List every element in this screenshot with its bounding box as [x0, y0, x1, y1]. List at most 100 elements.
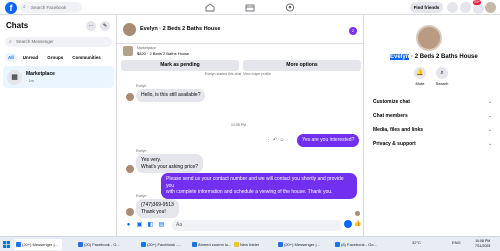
chrome-icon [141, 242, 146, 247]
contact-name: Evelyn · 2 Beds 2 Baths House [390, 54, 478, 60]
filter-all[interactable]: All [5, 53, 17, 62]
mute-label: Mute [415, 81, 425, 86]
conversation-details-panel: Evelyn · 2 Beds 2 Baths House 🔔 Mute ⌕ S… [364, 15, 500, 236]
emoji-icon[interactable] [344, 220, 352, 228]
facebook-search-input[interactable]: ⌕ Search Facebook [20, 2, 82, 13]
messenger-icon[interactable] [460, 2, 471, 13]
language-indicator[interactable]: ENG [452, 240, 461, 245]
contact-name-highlight: Evelyn [390, 54, 410, 60]
taskbar-item[interactable]: New folder [232, 239, 270, 250]
message-input[interactable]: Aa [172, 220, 342, 231]
windows-start-icon[interactable] [3, 241, 10, 248]
home-icon[interactable] [205, 3, 215, 12]
taskbar-item[interactable]: (20) Facebook - G... [76, 239, 124, 250]
chevron-down-icon: ⌄ [488, 113, 493, 119]
taskbar-item[interactable]: (8) Facebook - Go... [333, 239, 383, 250]
chats-sidebar: Chats ⋯ ✎ ⌕ Search Messenger All Unread … [0, 15, 117, 236]
more-options-icon[interactable]: ⋯ [86, 21, 96, 31]
marketplace-label: Marketplace [137, 46, 157, 50]
filter-unread[interactable]: Unread [20, 53, 42, 62]
bell-icon: 🔔 [414, 67, 426, 79]
contact-avatar[interactable] [123, 23, 136, 36]
chat-list-item-marketplace[interactable]: ▦ Marketplace · 1m [3, 66, 114, 88]
menu-media-files-links[interactable]: Media, files and links [373, 127, 423, 133]
sender-avatar[interactable] [126, 165, 134, 173]
search-icon: ⌕ [9, 39, 12, 45]
profile-avatar[interactable] [485, 2, 496, 13]
chrome-icon [278, 242, 283, 247]
like-icon[interactable]: 👍 [354, 221, 361, 228]
taskbar-item[interactable]: (20+) Messenger |... [14, 239, 62, 250]
message-incoming: Yes very. What's your asking price? [136, 154, 204, 173]
mute-button[interactable]: 🔔 Mute [410, 67, 430, 86]
message-line: with complete information and schedule a… [166, 189, 333, 195]
chat-subtitle: · 1m [26, 78, 34, 83]
more-icon[interactable]: ⋮ [266, 137, 273, 143]
menu-chat-members[interactable]: Chat members [373, 113, 408, 119]
messenger-search-input[interactable]: ⌕ Search Messenger [5, 37, 112, 47]
sender-avatar[interactable] [126, 208, 134, 216]
taskbar-item[interactable]: (20+) Facebook -... [139, 239, 187, 250]
chrome-icon [192, 242, 197, 247]
search-icon: ⌕ [436, 67, 448, 79]
conversation-title[interactable]: Evelyn · 2 Beds 2 Baths House [140, 26, 220, 32]
chrome-icon [335, 242, 340, 247]
top-bar: f ⌕ Search Facebook Find friends 20+ [0, 0, 500, 15]
facebook-search-placeholder: Search Facebook [31, 5, 67, 10]
gallery-icon[interactable]: ▣ [136, 222, 143, 229]
find-friends-button[interactable]: Find friends [410, 2, 443, 13]
message-incoming: Hello, is this still available? [136, 89, 206, 102]
chrome-icon [16, 242, 21, 247]
new-message-icon[interactable]: ✎ [100, 21, 110, 31]
filter-communities[interactable]: Communities [69, 53, 104, 62]
conversation-pane: Evelyn · 2 Beds 2 Baths House 2 Marketpl… [117, 15, 364, 236]
listing-summary[interactable]: $820 · 2 Beds 2 Baths House [137, 51, 189, 56]
composer: ● ▣ ◧ ▤ Aa 👍 [117, 216, 364, 236]
contact-profile-avatar[interactable] [416, 25, 442, 51]
weather-temperature[interactable]: 32°C [412, 240, 421, 245]
messenger-search-placeholder: Search Messenger [16, 39, 54, 44]
chevron-down-icon: ⌄ [488, 99, 493, 105]
listing-thumbnail[interactable] [123, 46, 133, 56]
microphone-icon[interactable]: ● [125, 222, 132, 229]
taskbar-clock[interactable]: 10:08 PM 7/11/2025 [475, 239, 490, 249]
menu-privacy-support[interactable]: Privacy & support [373, 141, 416, 147]
sender-name: Evelyn [136, 194, 147, 198]
search-icon: ⌕ [23, 4, 26, 10]
message-actions: ⋮↶☺ [266, 137, 286, 143]
facebook-logo-icon[interactable]: f [5, 2, 17, 14]
chat-name: Marketplace [26, 71, 55, 77]
chrome-icon [78, 242, 83, 247]
chevron-down-icon: ⌄ [488, 141, 493, 147]
taskbar-item[interactable]: (20+) Messenger |... [276, 239, 326, 250]
sender-name: Evelyn [136, 84, 147, 88]
marketplace-icon[interactable] [245, 3, 255, 12]
contact-name-rest: · 2 Beds 2 Baths House [409, 54, 478, 60]
message-line: (747)369-9513 [141, 202, 174, 208]
taskbar-item-label: New folder [240, 242, 260, 247]
more-options-button[interactable]: More options [243, 60, 361, 71]
clock-date: 7/11/2025 [475, 244, 491, 248]
time-divider: 10:08 PM [231, 123, 246, 127]
search-conversation-button[interactable]: ⌕ Search [432, 67, 452, 86]
groups-icon[interactable] [285, 3, 295, 12]
chevron-down-icon: ⌄ [488, 127, 493, 133]
conversation-info-badge[interactable]: 2 [349, 27, 357, 35]
sender-name: Evelyn [136, 149, 147, 153]
menu-customize-chat[interactable]: Customize chat [373, 99, 410, 105]
mark-as-pending-button[interactable]: Mark as pending [121, 60, 239, 71]
sticker-icon[interactable]: ◧ [147, 222, 154, 229]
filter-groups[interactable]: Groups [44, 53, 66, 62]
message-outgoing: Yes are you interested? [297, 134, 360, 147]
taskbar-item[interactable]: Ahmed zoomn lo... [190, 239, 234, 250]
chats-title: Chats [6, 21, 29, 30]
windows-taskbar: (20+) Messenger |... (20) Facebook - G..… [0, 236, 500, 251]
message-line: What's your asking price? [141, 163, 199, 170]
gif-icon[interactable]: ▤ [158, 222, 165, 229]
menu-grid-icon[interactable] [447, 2, 458, 13]
header-divider [117, 43, 364, 44]
react-icon[interactable]: ☺ [279, 137, 286, 143]
taskbar-item-label: (8) Facebook - Go... [341, 242, 377, 247]
marketplace-store-icon: ▦ [7, 70, 22, 85]
sender-avatar[interactable] [126, 93, 134, 101]
